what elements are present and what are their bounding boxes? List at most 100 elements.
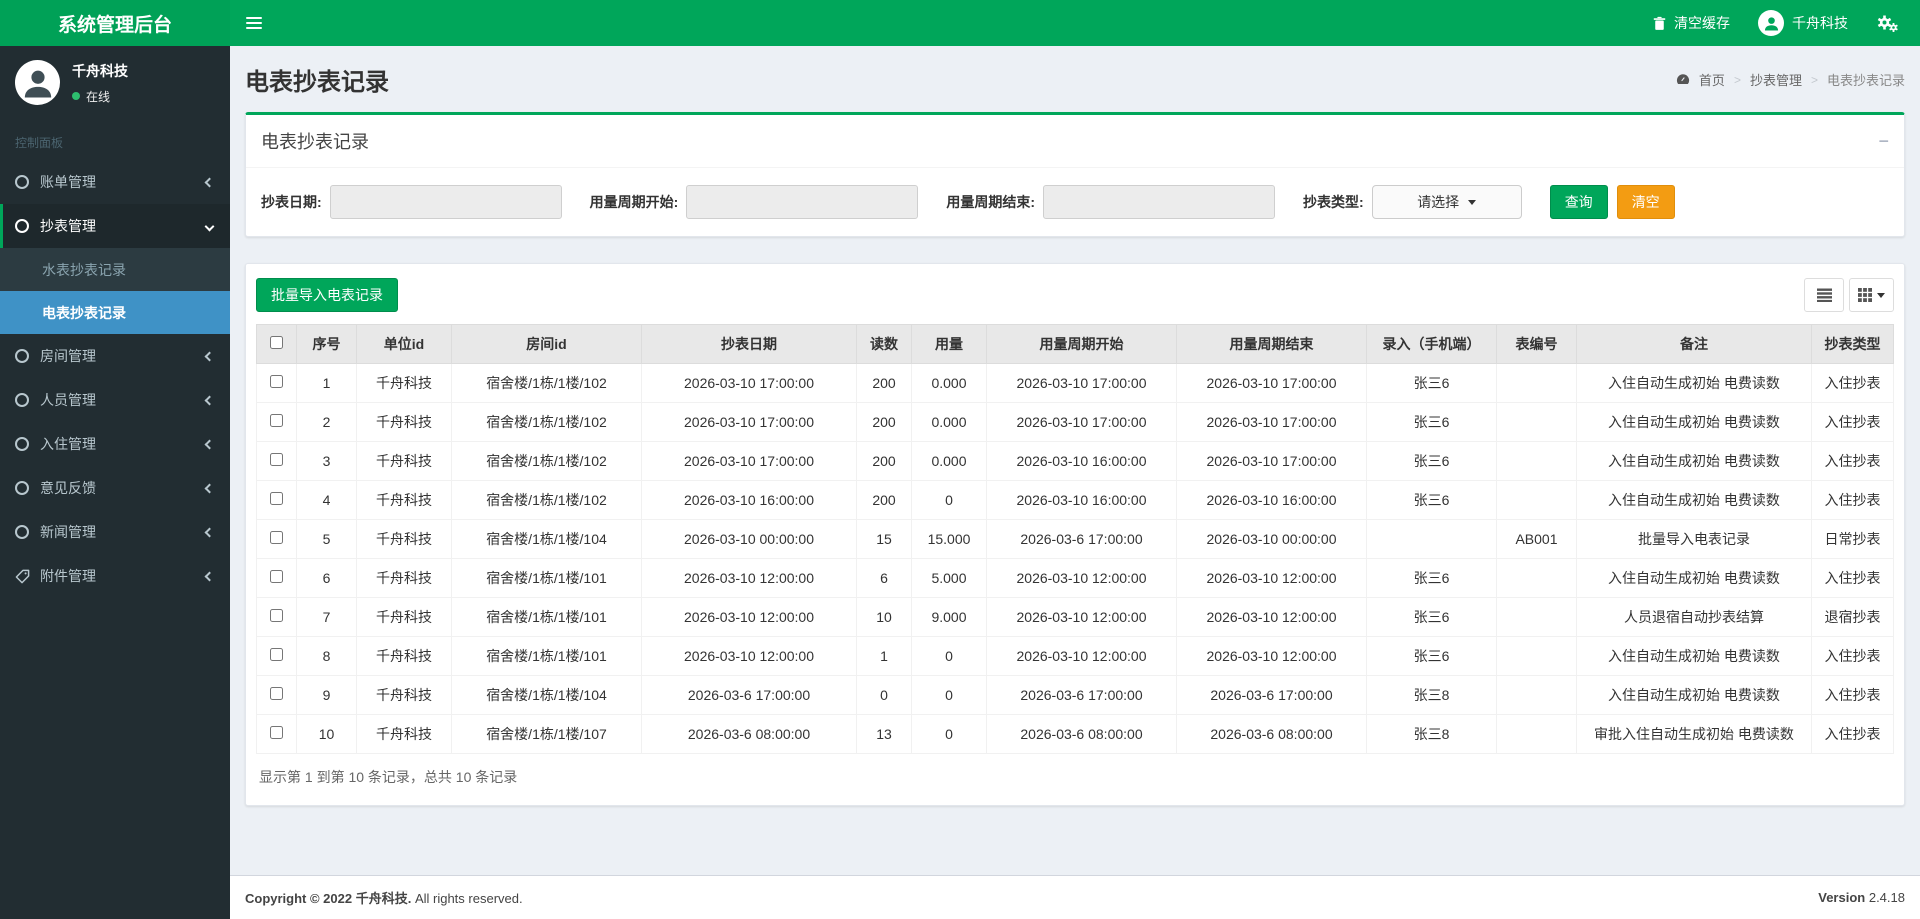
column-header[interactable]: 用量 xyxy=(911,324,987,364)
row-checkbox[interactable] xyxy=(270,414,283,427)
sidebar-item-meter-management[interactable]: 抄表管理 xyxy=(0,204,230,248)
row-checkbox[interactable] xyxy=(270,492,283,505)
cell-reading-date: 2026-03-10 12:00:00 xyxy=(641,636,857,676)
sidebar-user-status[interactable]: 在线 xyxy=(72,88,128,105)
row-checkbox[interactable] xyxy=(270,375,283,388)
table-row[interactable]: 9 千舟科技 宿舍楼/1栋/1楼/104 2026-03-6 17:00:00 … xyxy=(256,675,1894,715)
column-header[interactable]: 用量周期结束 xyxy=(1176,324,1367,364)
table-row[interactable]: 2 千舟科技 宿舍楼/1栋/1楼/102 2026-03-10 17:00:00… xyxy=(256,402,1894,442)
meter-date-input[interactable] xyxy=(329,185,562,219)
column-header[interactable]: 序号 xyxy=(296,324,357,364)
circle-icon xyxy=(15,525,29,539)
columns-button[interactable] xyxy=(1849,278,1894,312)
cell-meter-no xyxy=(1496,558,1577,598)
table-row[interactable]: 3 千舟科技 宿舍楼/1栋/1楼/102 2026-03-10 17:00:00… xyxy=(256,441,1894,481)
cell-recorder: 张三6 xyxy=(1366,558,1497,598)
batch-import-button[interactable]: 批量导入电表记录 xyxy=(256,278,398,312)
sidebar-user-name: 千舟科技 xyxy=(72,62,128,79)
copyright-bold: Copyright © 2022 千舟科技. xyxy=(245,891,412,906)
cell-reading-type: 入住抄表 xyxy=(1811,636,1894,676)
table-row[interactable]: 8 千舟科技 宿舍楼/1栋/1楼/101 2026-03-10 12:00:00… xyxy=(256,636,1894,676)
usage-period-start-input[interactable] xyxy=(686,185,919,219)
cell-unit-id: 千舟科技 xyxy=(356,441,452,481)
row-checkbox[interactable] xyxy=(270,687,283,700)
pagination-info: 显示第 1 到第 10 条记录，总共 10 条记录 xyxy=(259,769,518,785)
copyright-rest: All rights reserved. xyxy=(411,891,523,906)
cell-meter-no: AB001 xyxy=(1496,519,1577,559)
cell-index: 10 xyxy=(296,714,357,754)
column-header[interactable]: 表编号 xyxy=(1496,324,1577,364)
cell-period-start: 2026-03-10 16:00:00 xyxy=(986,441,1177,481)
chevron-left-icon xyxy=(204,571,215,581)
column-header[interactable]: 备注 xyxy=(1576,324,1812,364)
clear-button[interactable]: 清空 xyxy=(1616,185,1675,219)
cell-remark: 入住自动生成初始 电费读数 xyxy=(1576,480,1812,520)
meter-type-select[interactable]: 请选择 xyxy=(1371,185,1522,219)
search-button[interactable]: 查询 xyxy=(1549,185,1608,219)
column-header[interactable]: 抄表日期 xyxy=(641,324,857,364)
sidebar-item-bill-management[interactable]: 账单管理 xyxy=(0,160,230,204)
column-header[interactable]: 单位id xyxy=(356,324,452,364)
column-header[interactable]: 用量周期开始 xyxy=(986,324,1177,364)
table-row[interactable]: 4 千舟科技 宿舍楼/1栋/1楼/102 2026-03-10 16:00:00… xyxy=(256,480,1894,520)
cell-unit-id: 千舟科技 xyxy=(356,714,452,754)
table-row[interactable]: 5 千舟科技 宿舍楼/1栋/1楼/104 2026-03-10 00:00:00… xyxy=(256,519,1894,559)
sidebar-avatar xyxy=(15,60,60,105)
user-icon xyxy=(24,70,51,97)
column-header[interactable]: 抄表类型 xyxy=(1811,324,1894,364)
table-view-buttons xyxy=(1804,278,1894,312)
caret-down-icon xyxy=(1877,292,1885,298)
settings-button[interactable] xyxy=(1862,0,1912,46)
row-checkbox[interactable] xyxy=(270,648,283,661)
row-checkbox[interactable] xyxy=(270,726,283,739)
cell-remark: 入住自动生成初始 电费读数 xyxy=(1576,363,1812,403)
meter-date-field: 抄表日期: xyxy=(261,185,562,219)
row-checkbox[interactable] xyxy=(270,609,283,622)
column-header[interactable]: 读数 xyxy=(856,324,912,364)
cell-room-id: 宿舍楼/1栋/1楼/102 xyxy=(451,480,642,520)
breadcrumb-home[interactable]: 首页 xyxy=(1699,70,1725,89)
sidebar-item-water-meter-records[interactable]: 水表抄表记录 xyxy=(0,248,230,291)
cell-remark: 入住自动生成初始 电费读数 xyxy=(1576,441,1812,481)
table-row[interactable]: 6 千舟科技 宿舍楼/1栋/1楼/101 2026-03-10 12:00:00… xyxy=(256,558,1894,598)
row-checkbox-cell xyxy=(256,558,297,598)
navbar-user-menu[interactable]: 千舟科技 xyxy=(1744,0,1862,46)
caret-down-icon xyxy=(1468,199,1477,205)
sidebar-item-attachment-management[interactable]: 附件管理 xyxy=(0,554,230,598)
sidebar-item-electric-meter-records[interactable]: 电表抄表记录 xyxy=(0,291,230,334)
sidebar-item-checkin-management[interactable]: 入住管理 xyxy=(0,422,230,466)
sidebar-item-personnel-management[interactable]: 人员管理 xyxy=(0,378,230,422)
table-row[interactable]: 1 千舟科技 宿舍楼/1栋/1楼/102 2026-03-10 17:00:00… xyxy=(256,363,1894,403)
toggle-view-button[interactable] xyxy=(1804,278,1844,312)
app-logo[interactable]: 系统管理后台 xyxy=(0,0,230,46)
cell-room-id: 宿舍楼/1栋/1楼/107 xyxy=(451,714,642,754)
table-row[interactable]: 10 千舟科技 宿舍楼/1栋/1楼/107 2026-03-6 08:00:00… xyxy=(256,714,1894,754)
top-header: 系统管理后台 清空缓存 千舟科技 xyxy=(0,0,1920,46)
sidebar-item-news-management[interactable]: 新闻管理 xyxy=(0,510,230,554)
sidebar-item-feedback[interactable]: 意见反馈 xyxy=(0,466,230,510)
collapse-button[interactable]: − xyxy=(1878,132,1889,150)
clear-cache-button[interactable]: 清空缓存 xyxy=(1639,0,1744,46)
table-row[interactable]: 7 千舟科技 宿舍楼/1栋/1楼/101 2026-03-10 12:00:00… xyxy=(256,597,1894,637)
usage-period-end-input[interactable] xyxy=(1043,185,1276,219)
navbar-right: 清空缓存 千舟科技 xyxy=(1639,0,1920,46)
column-header[interactable]: 录入（手机端） xyxy=(1366,324,1497,364)
row-checkbox[interactable] xyxy=(270,453,283,466)
cell-meter-no xyxy=(1496,636,1577,676)
cell-period-start: 2026-03-6 17:00:00 xyxy=(986,675,1177,715)
records-panel-body: 批量导入电表记录 序号 单位id 房间id 抄表日期 读数 用量 用量周期开始 … xyxy=(246,264,1904,805)
sidebar-item-room-management[interactable]: 房间管理 xyxy=(0,334,230,378)
cell-room-id: 宿舍楼/1栋/1楼/101 xyxy=(451,597,642,637)
row-checkbox[interactable] xyxy=(270,570,283,583)
cell-period-start: 2026-03-6 17:00:00 xyxy=(986,519,1177,559)
breadcrumb-section[interactable]: 抄表管理 xyxy=(1750,70,1802,89)
cell-remark: 审批入住自动生成初始 电费读数 xyxy=(1576,714,1812,754)
row-checkbox[interactable] xyxy=(270,531,283,544)
navbar: 清空缓存 千舟科技 xyxy=(230,0,1920,46)
select-all-checkbox[interactable] xyxy=(270,336,283,349)
cell-reading-type: 入住抄表 xyxy=(1811,480,1894,520)
column-header[interactable]: 房间id xyxy=(451,324,642,364)
cell-remark: 入住自动生成初始 电费读数 xyxy=(1576,675,1812,715)
cell-reading: 1 xyxy=(856,636,912,676)
sidebar-toggle-button[interactable] xyxy=(230,0,278,46)
